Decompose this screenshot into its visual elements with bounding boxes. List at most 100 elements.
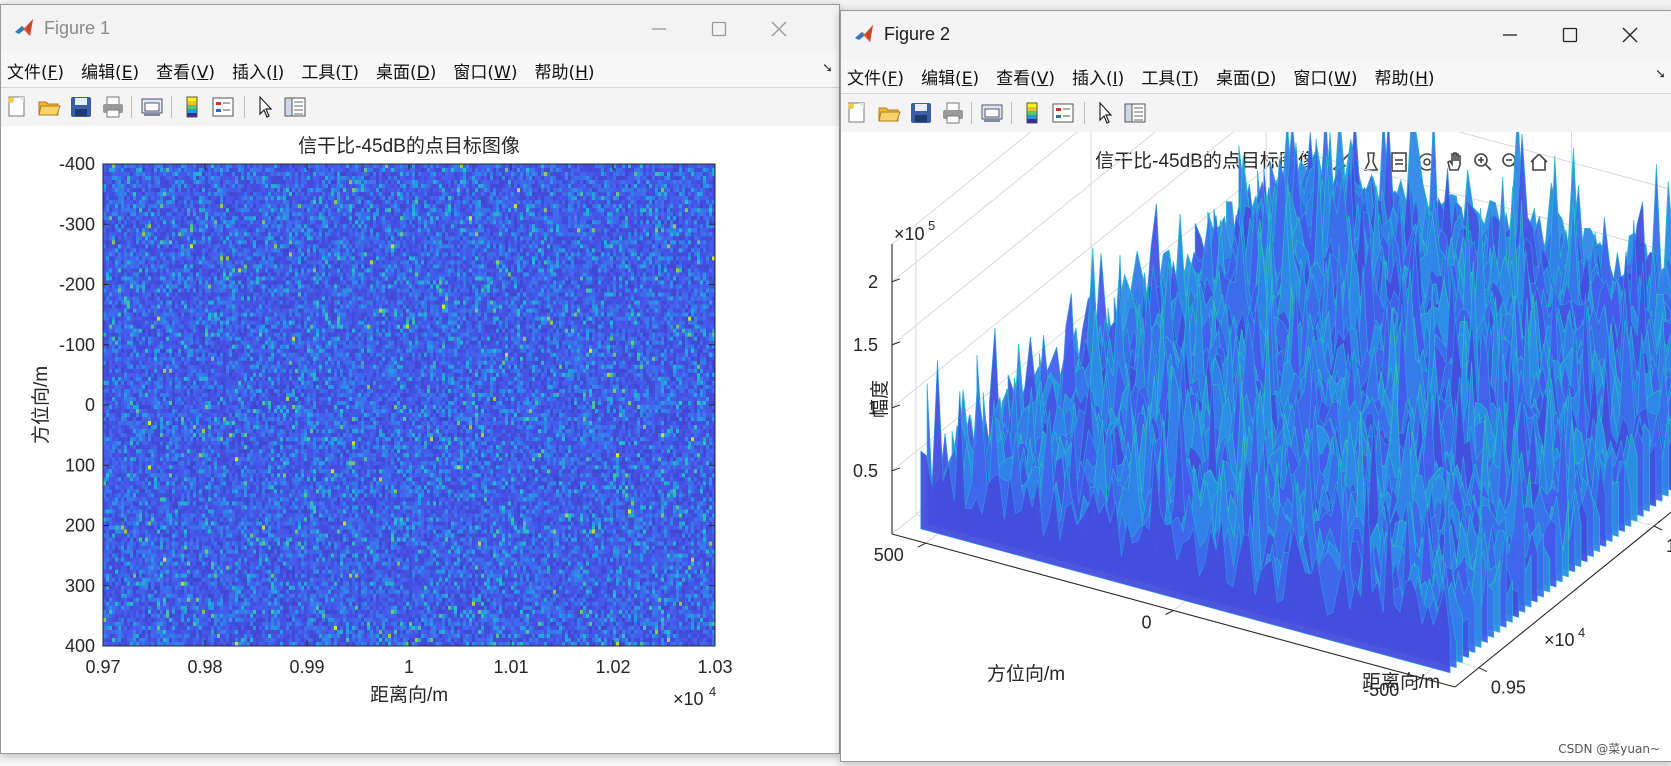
print-icon[interactable] [101, 95, 125, 119]
legend-icon[interactable] [1051, 101, 1075, 125]
open-file-icon[interactable] [37, 95, 61, 119]
chart1-ytick-label: 100 [65, 455, 95, 475]
menu-desktop[interactable]: 桌面(D) [1216, 64, 1276, 89]
pointer-icon[interactable] [253, 95, 277, 119]
menu-window[interactable]: 窗口(W) [1293, 64, 1357, 89]
menu-file[interactable]: 文件(F) [847, 64, 904, 89]
pointer-icon[interactable] [1093, 101, 1117, 125]
zoom-in-icon[interactable] [1471, 150, 1495, 174]
menu-desktop[interactable]: 桌面(D) [376, 58, 436, 83]
chart1-xtick-label: 0.98 [187, 657, 222, 677]
legend-icon[interactable] [211, 95, 235, 119]
menu-overflow-icon[interactable]: ➘ [822, 61, 833, 76]
pan-icon[interactable] [1443, 150, 1467, 174]
menu-edit[interactable]: 编辑(E) [81, 58, 139, 83]
link-plot-icon[interactable] [980, 101, 1004, 125]
menu-insert[interactable]: 插入(I) [232, 58, 284, 83]
figure1-window[interactable]: Figure 1 文件(F) 编辑(E) 查看(V) 插入(I) 工具(T) 桌… [0, 4, 840, 754]
menu-insert[interactable]: 插入(I) [1072, 64, 1124, 89]
maximize-icon [711, 21, 727, 37]
toolbar-separator [131, 96, 132, 118]
figure1-titlebar[interactable]: Figure 1 [1, 5, 839, 53]
figure2-maximize-button[interactable] [1540, 11, 1600, 59]
menu-tools[interactable]: 工具(T) [301, 58, 359, 83]
chart1-ytick-label: -400 [59, 154, 95, 174]
menu-help[interactable]: 帮助(H) [1374, 64, 1434, 89]
chart1-ytick-label: -100 [59, 335, 95, 355]
close-icon [1622, 27, 1638, 43]
toolbar-separator [171, 96, 172, 118]
figure2-close-button[interactable] [1600, 11, 1660, 59]
chart2-ytick-label: 0 [1141, 613, 1151, 633]
figure2-titlebar[interactable]: Figure 2 [841, 11, 1671, 59]
menu-window[interactable]: 窗口(W) [453, 58, 517, 83]
chart2-z-exponent-power: 5 [928, 218, 935, 233]
heatmap-image[interactable] [103, 164, 716, 647]
maximize-icon [1562, 27, 1578, 43]
menu-view[interactable]: 查看(V) [996, 64, 1055, 89]
menu-tools[interactable]: 工具(T) [1141, 64, 1199, 89]
chart1-ytick-label: 300 [65, 576, 95, 596]
chart1-ytick-label: -300 [59, 214, 95, 234]
menu-edit[interactable]: 编辑(E) [921, 64, 979, 89]
chart2-xlabel: 距离向/m [1362, 671, 1440, 693]
toolbar-separator [244, 96, 245, 118]
chart2-ztick-label: 2 [868, 272, 878, 292]
open-file-icon[interactable] [877, 101, 901, 125]
new-figure-icon[interactable] [845, 101, 869, 125]
figure2-canvas[interactable]: 信干比-45dB的点目标图像5000-5000.9511.050.511.52方… [841, 11, 1671, 761]
close-icon [771, 21, 787, 37]
matlab-app-icon [853, 23, 875, 45]
chart2-ylabel: 方位向/m [987, 663, 1065, 685]
chart2-xtick-mark [1478, 667, 1488, 673]
print-icon[interactable] [941, 101, 965, 125]
toolbar-separator [971, 102, 972, 124]
figure2-surface-chart[interactable]: 信干比-45dB的点目标图像5000-5000.9511.050.511.52方… [841, 11, 1671, 761]
save-icon[interactable] [909, 101, 933, 125]
figure2-menubar: 文件(F) 编辑(E) 查看(V) 插入(I) 工具(T) 桌面(D) 窗口(W… [841, 59, 1671, 93]
figure1-menubar: 文件(F) 编辑(E) 查看(V) 插入(I) 工具(T) 桌面(D) 窗口(W… [1, 53, 839, 87]
link-plot-icon[interactable] [140, 95, 164, 119]
property-inspector-icon[interactable] [1123, 101, 1147, 125]
chart1-ytick-label: 200 [65, 516, 95, 536]
menu-view[interactable]: 查看(V) [156, 58, 215, 83]
surface-plot[interactable] [920, 107, 1671, 674]
chart2-xtick-label: 1 [1666, 536, 1671, 556]
property-inspector-icon[interactable] [283, 95, 307, 119]
colorbar-icon[interactable] [180, 95, 204, 119]
figure2-window[interactable]: Figure 2 文件(F) 编辑(E) 查看(V) 插入(I) 工具(T) 桌… [840, 10, 1671, 762]
figure1-toolbar [1, 87, 839, 127]
data-tips-icon[interactable] [1359, 150, 1383, 174]
chart1-xtick-label: 1.01 [493, 657, 528, 677]
chart1-xtick-label: 1.03 [697, 657, 732, 677]
chart2-xtick-mark [1653, 525, 1663, 531]
chart1-title: 信干比-45dB的点目标图像 [298, 135, 520, 157]
chart2-ztick-label: 0.5 [853, 461, 878, 481]
watermark: CSDN @菜yuan~ [1558, 740, 1660, 757]
chart2-z-exponent: ×10 [894, 224, 925, 244]
minimize-icon [652, 28, 666, 30]
figure1-heatmap-chart[interactable]: 信干比-45dB的点目标图像 -400 -300 -200 -100 0 100 200 300… [1, 126, 839, 753]
chart2-xtick-label: 0.95 [1491, 678, 1526, 698]
figure1-minimize-button[interactable] [629, 5, 689, 53]
matlab-app-icon [13, 17, 35, 39]
figure2-minimize-button[interactable] [1480, 11, 1540, 59]
save-icon[interactable] [69, 95, 93, 119]
chart1-xtick-label: 1.02 [595, 657, 630, 677]
chart1-xtick-label: 0.97 [85, 657, 120, 677]
figure2-title: Figure 2 [884, 24, 950, 45]
figure2-toolbar [841, 93, 1671, 133]
menu-file[interactable]: 文件(F) [7, 58, 64, 83]
figure1-maximize-button[interactable] [689, 5, 749, 53]
chart2-ytick-label: 500 [874, 545, 904, 565]
figure1-canvas[interactable]: 信干比-45dB的点目标图像 -400 -300 -200 -100 0 100 200 300… [1, 126, 839, 753]
menu-help[interactable]: 帮助(H) [534, 58, 594, 83]
chart1-ylabel: 方位向/m [30, 366, 52, 444]
menu-overflow-icon[interactable]: ➘ [1655, 67, 1666, 82]
colorbar-icon[interactable] [1020, 101, 1044, 125]
new-figure-icon[interactable] [5, 95, 29, 119]
chart2-ytick-mark [1165, 610, 1174, 615]
figure1-close-button[interactable] [749, 5, 809, 53]
figure1-title: Figure 1 [44, 18, 110, 39]
toolbar-separator [1084, 102, 1085, 124]
